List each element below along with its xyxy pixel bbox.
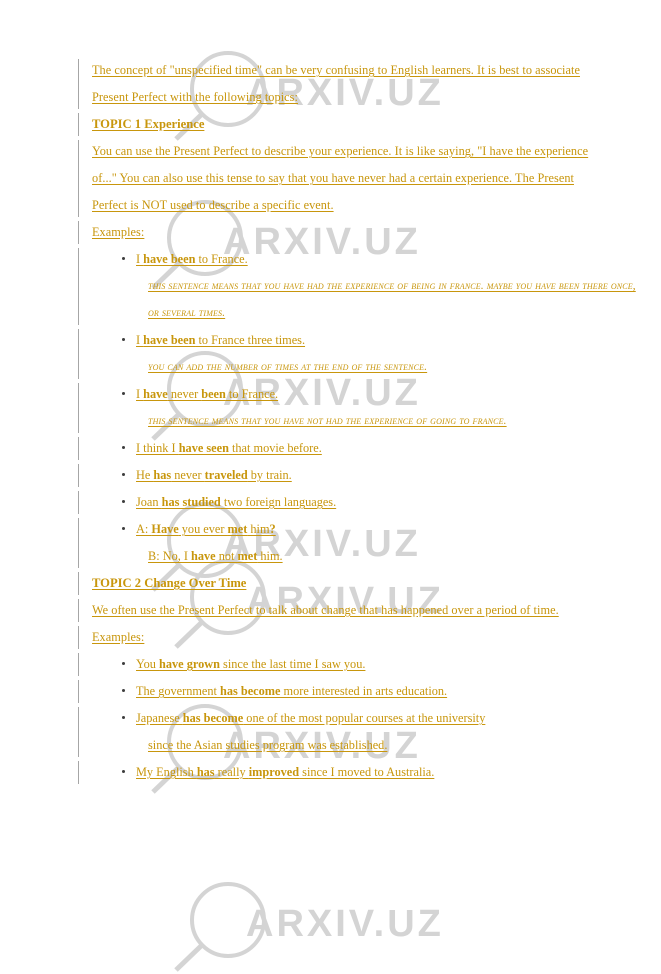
topic2-examples-label-block: Examples: [78, 624, 661, 651]
list-item: He has never traveled by train. [92, 462, 661, 489]
example-sentence: I have never been to France. [136, 387, 279, 401]
bullet-dot-icon [122, 392, 125, 395]
example-explanation: This sentence means that you have not ha… [148, 415, 507, 427]
bullet-dot-icon [122, 770, 125, 773]
example-block: Japanese has become one of the most popu… [78, 705, 661, 759]
topic1-heading-wrap: TOPIC 1 Experience [92, 111, 661, 138]
topic2-heading-block: TOPIC 2 Change Over Time [78, 570, 661, 597]
topic2-heading: TOPIC 2 Change Over Time [92, 576, 247, 590]
topic1-heading-block: TOPIC 1 Experience [78, 111, 661, 138]
example-block: I think I have seen that movie before. [78, 435, 661, 462]
list-item: A: Have you ever met him? [92, 516, 661, 543]
watermark-arxiv-uz: ARXIV.UZ [168, 878, 468, 974]
topic2-heading-wrap: TOPIC 2 Change Over Time [92, 570, 661, 597]
example-sentence: A: Have you ever met him? [136, 522, 276, 536]
intro-paragraph: The concept of "unspecified time" can be… [92, 63, 580, 104]
topic1-body-block: You can use the Present Perfect to descr… [78, 138, 661, 219]
svg-text:ARXIV.UZ: ARXIV.UZ [246, 903, 444, 945]
bullet-dot-icon [122, 473, 125, 476]
topic2-examples-label: Examples: [92, 630, 145, 644]
example-sentence: He has never traveled by train. [136, 468, 292, 482]
bullet-dot-icon [122, 338, 125, 341]
list-item: I have been to France three times. [92, 327, 661, 354]
bullet-dot-icon [122, 689, 125, 692]
list-item: I have been to France. [92, 246, 661, 273]
example-block: I have never been to France. This sentenc… [78, 381, 661, 435]
topic1-examples-label: Examples: [92, 225, 145, 239]
example-sentence-continuation: B: No, I have not met him. [148, 549, 283, 563]
bullet-dot-icon [122, 662, 125, 665]
example-block: You have grown since the last time I saw… [78, 651, 661, 678]
intro-paragraph-block: The concept of "unspecified time" can be… [78, 57, 661, 111]
list-item: I think I have seen that movie before. [92, 435, 661, 462]
example-block: A: Have you ever met him? B: No, I have n… [78, 516, 661, 570]
topic2-examples-list: You have grown since the last time I saw… [0, 651, 661, 786]
example-sentence: I have been to France. [136, 252, 248, 266]
list-item: My English has really improved since I m… [92, 759, 661, 786]
example-sentence: Joan has studied two foreign languages. [136, 495, 337, 509]
topic1-body: You can use the Present Perfect to descr… [92, 144, 589, 212]
example-explanation: This sentence means that you have had th… [148, 280, 636, 319]
bullet-dot-icon [122, 716, 125, 719]
topic1-heading: TOPIC 1 Experience [92, 117, 205, 131]
example-sentence: Japanese has become one of the most popu… [136, 711, 486, 725]
bullet-dot-icon [122, 257, 125, 260]
bullet-dot-icon [122, 446, 125, 449]
example-explanation: You can add the number of times at the e… [148, 361, 428, 373]
bullet-dot-icon [122, 500, 125, 503]
example-block: I have been to France. This sentence mean… [78, 246, 661, 327]
example-sentence: You have grown since the last time I saw… [136, 657, 366, 671]
example-sentence: The government has become more intereste… [136, 684, 448, 698]
example-block: I have been to France three times. You ca… [78, 327, 661, 381]
example-sentence: My English has really improved since I m… [136, 765, 435, 779]
document-body: The concept of "unspecified time" can be… [0, 0, 661, 786]
topic1-examples-list: I have been to France. This sentence mean… [0, 246, 661, 570]
list-item: The government has become more intereste… [92, 678, 661, 705]
list-item: You have grown since the last time I saw… [92, 651, 661, 678]
topic1-examples-label-block: Examples: [78, 219, 661, 246]
list-item: I have never been to France. [92, 381, 661, 408]
example-sentence-wrap: since the Asian studies program was esta… [148, 738, 388, 752]
example-block: Joan has studied two foreign languages. [78, 489, 661, 516]
example-block: He has never traveled by train. [78, 462, 661, 489]
example-block: The government has become more intereste… [78, 678, 661, 705]
example-sentence: I think I have seen that movie before. [136, 441, 322, 455]
topic2-body: We often use the Present Perfect to talk… [92, 603, 559, 617]
list-item: Japanese has become one of the most popu… [92, 705, 661, 732]
list-item: Joan has studied two foreign languages. [92, 489, 661, 516]
bullet-dot-icon [122, 527, 125, 530]
example-block: My English has really improved since I m… [78, 759, 661, 786]
example-sentence: I have been to France three times. [136, 333, 306, 347]
topic2-body-block: We often use the Present Perfect to talk… [78, 597, 661, 624]
